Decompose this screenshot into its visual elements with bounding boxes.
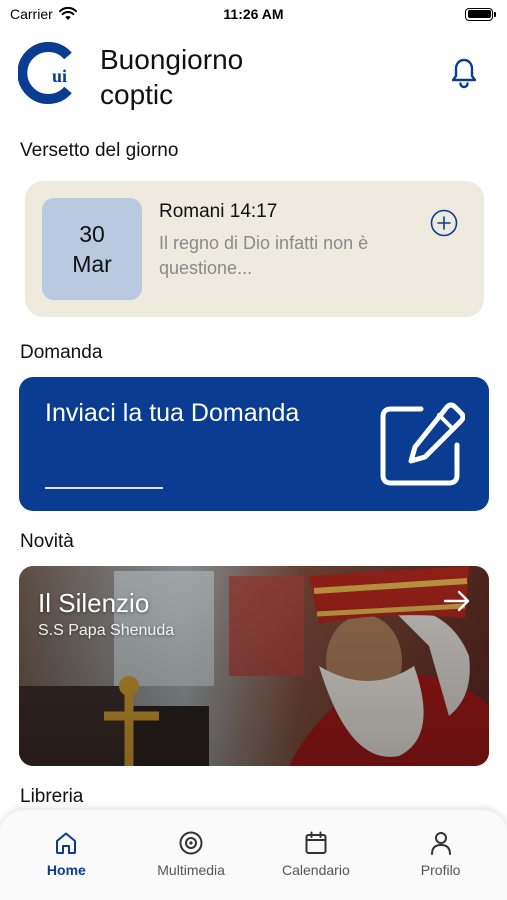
status-bar: Carrier 11:26 AM (0, 0, 507, 28)
tab-multimedia-label: Multimedia (157, 862, 225, 878)
news-section-title: Novità (20, 531, 74, 552)
news-title: Il Silenzio (38, 588, 150, 618)
verse-card[interactable]: 30 Mar Romani 14:17 Il regno di Dio infa… (25, 181, 484, 317)
tab-multimedia[interactable]: Multimedia (131, 810, 251, 900)
calendar-icon (305, 831, 327, 854)
tab-profile-label: Profilo (420, 862, 461, 878)
tab-calendar[interactable]: Calendario (256, 810, 376, 900)
header: ui Buongiorno coptic (18, 40, 489, 116)
home-icon (56, 832, 77, 854)
question-underline (45, 487, 163, 489)
library-section-title: Libreria (20, 786, 84, 807)
status-left: Carrier (10, 6, 77, 22)
multimedia-icon (179, 831, 203, 855)
bell-icon[interactable] (449, 56, 479, 90)
wifi-icon (58, 7, 77, 20)
tab-bar: Home Multimedia Calendario Profilo (0, 810, 507, 900)
logo-text: ui (52, 66, 67, 86)
ask-question-card[interactable]: Inviaci la tua Domanda (19, 377, 489, 511)
battery-icon (465, 7, 496, 21)
news-subtitle: S.S Papa Shenuda (38, 622, 175, 639)
verse-reference: Romani 14:17 (159, 201, 278, 222)
ask-question-text: Inviaci la tua Domanda (45, 399, 300, 427)
app-logo: ui (18, 42, 72, 104)
verse-day: 30 (79, 221, 105, 247)
arrow-right-icon[interactable] (443, 590, 471, 612)
verse-section-title: Versetto del giorno (20, 140, 179, 161)
add-circle-icon[interactable] (430, 209, 458, 237)
greeting-title: Buongiorno coptic (100, 44, 244, 110)
verse-excerpt: Il regno di Dio infatti non è questione.… (159, 233, 369, 278)
tab-profile[interactable]: Profilo (381, 810, 501, 900)
verse-date-box: 30 Mar (42, 198, 142, 300)
news-card[interactable]: Il Silenzio S.S Papa Shenuda (19, 566, 489, 766)
tab-home-label: Home (46, 862, 86, 878)
carrier-label: Carrier (10, 6, 53, 22)
profile-icon (430, 832, 451, 855)
tab-calendar-label: Calendario (282, 862, 350, 878)
verse-month: Mar (72, 251, 112, 277)
question-section-title: Domanda (20, 342, 103, 363)
edit-icon (380, 402, 465, 486)
tab-home[interactable]: Home (6, 810, 126, 900)
